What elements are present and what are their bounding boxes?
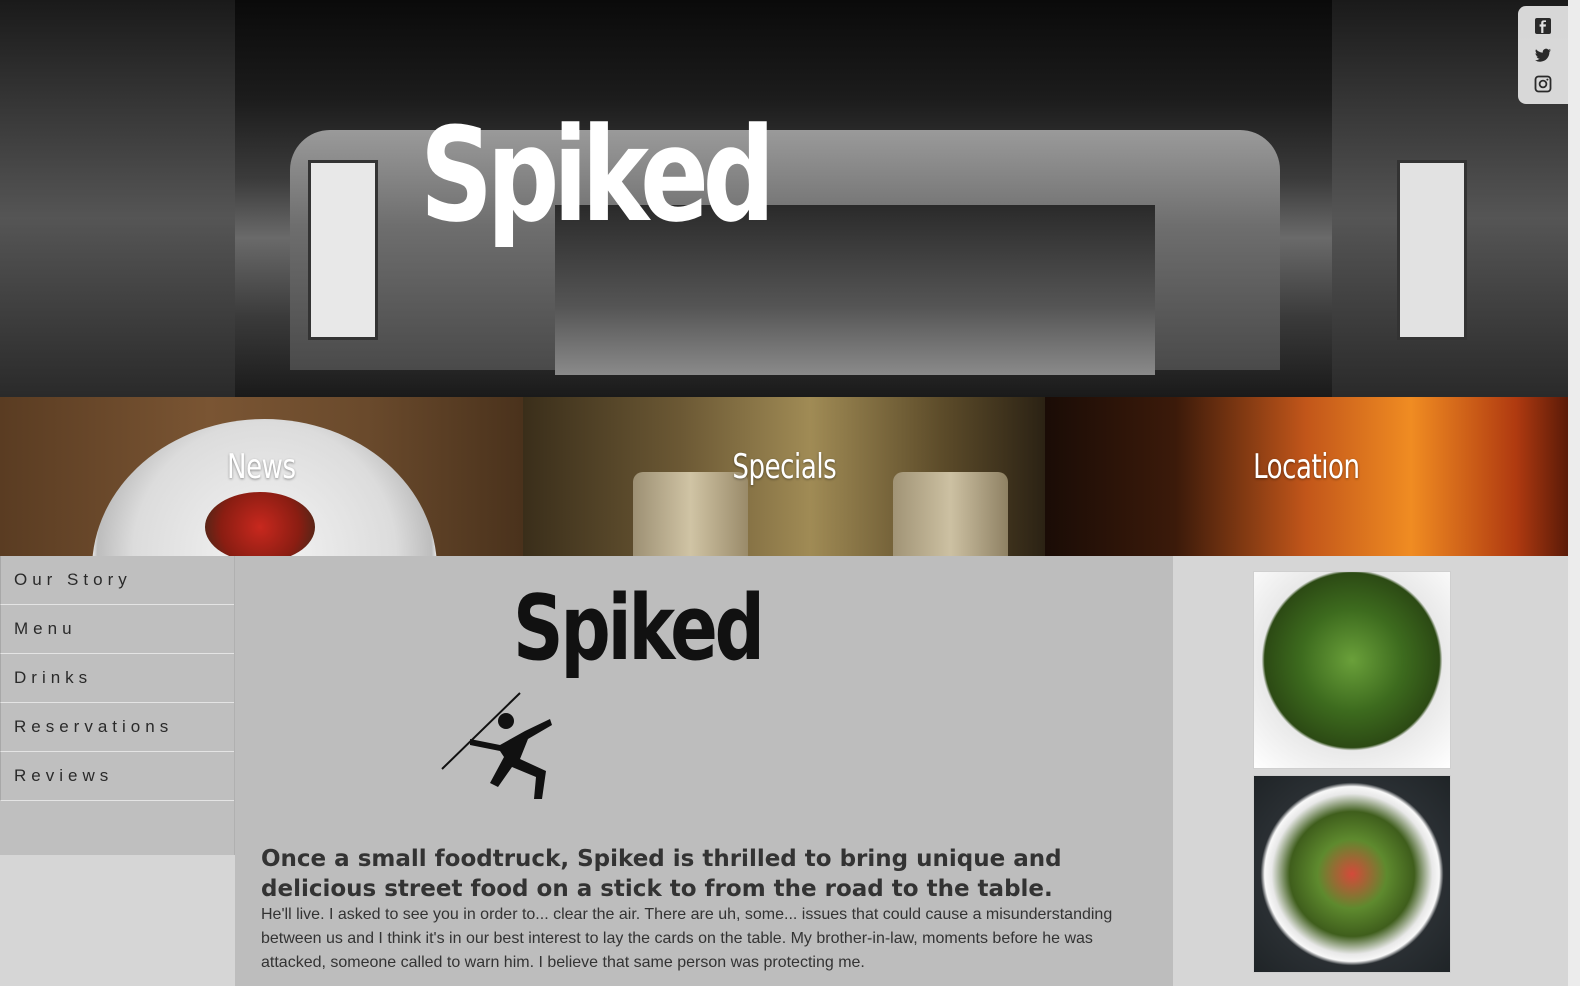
facebook-icon[interactable] (1534, 17, 1552, 35)
intro-headline: Once a small foodtruck, Spiked is thrill… (261, 846, 1062, 902)
spear-thrower-logo-icon (441, 692, 552, 799)
instagram-icon[interactable] (1534, 75, 1552, 93)
sidebar-item-reviews[interactable]: Reviews (0, 752, 234, 801)
truck-sign (308, 160, 378, 340)
tile-location-label: Location (1253, 447, 1360, 487)
scrollbar-track[interactable] (1568, 0, 1580, 986)
hero-banner: Spiked (0, 0, 1568, 397)
sidebar-nav: Our Story Menu Drinks Reservations Revie… (0, 556, 235, 855)
twitter-icon[interactable] (1534, 46, 1552, 64)
tile-specials[interactable]: Specials (522, 397, 1046, 556)
salad-photo[interactable] (1253, 571, 1451, 769)
intro-body-text: He'll live. I asked to see you in order … (261, 906, 1113, 971)
social-links (1518, 6, 1568, 104)
feature-tiles: News Specials Location (0, 397, 1569, 556)
tile-specials-label: Specials (732, 447, 836, 487)
sidebar-item-drinks[interactable]: Drinks (0, 654, 234, 703)
sidebar-item-our-story[interactable]: Our Story (0, 556, 234, 605)
salad-bowl-photo[interactable] (1253, 775, 1451, 973)
hero-side-image-left (0, 0, 235, 397)
site-title[interactable]: Spiked (420, 110, 775, 240)
sidebar-item-reservations[interactable]: Reservations (0, 703, 234, 752)
logo-wordmark: Spiked (513, 576, 765, 681)
tile-news-label: News (227, 447, 296, 487)
hero-image (235, 0, 1332, 397)
photo-gallery (1173, 556, 1568, 986)
sidebar-item-menu[interactable]: Menu (0, 605, 234, 654)
main-content: Spiked Once a small foodtruck, Spiked is… (235, 556, 1173, 986)
tile-news[interactable]: News (0, 397, 523, 556)
tile-location[interactable]: Location (1045, 397, 1569, 556)
plate-food-image (205, 492, 315, 556)
